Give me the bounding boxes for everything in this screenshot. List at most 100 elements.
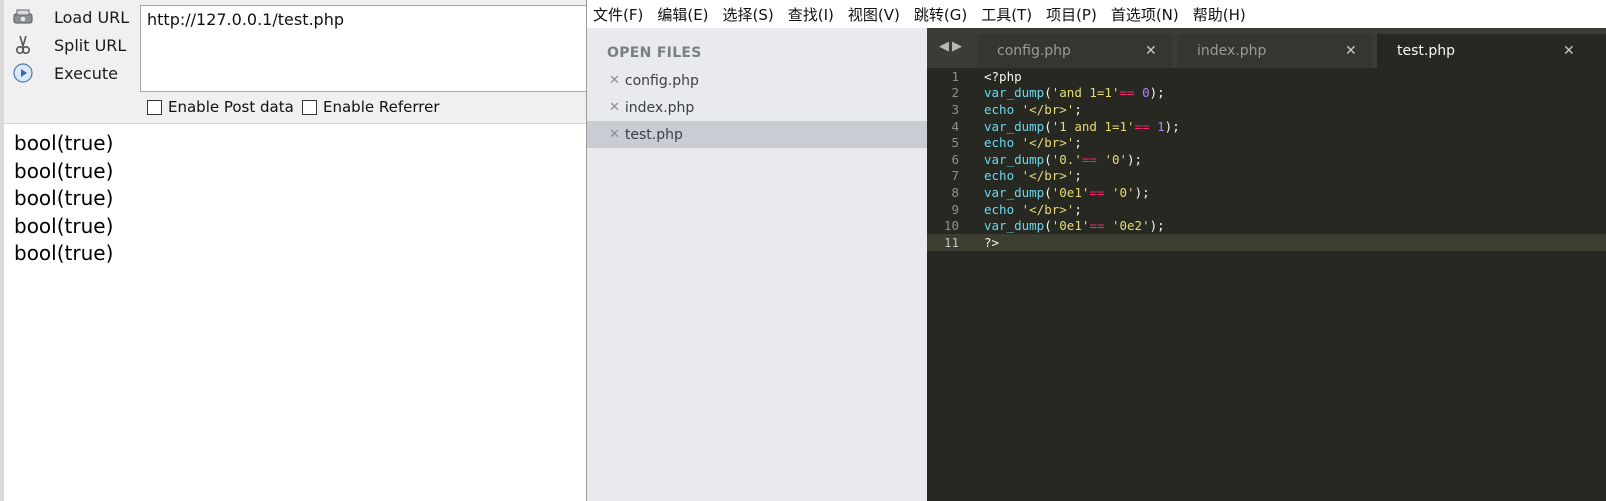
sidebar-title: OPEN FILES [607,45,702,61]
code-token: echo [984,201,1015,217]
code-line[interactable]: 6 var_dump('0.'== '0'); [927,151,1606,168]
code-token: '0e1' [1051,184,1090,200]
code-line[interactable]: 7 echo '</br>'; [927,168,1606,185]
menu-preferences[interactable]: 首选项(N) [1111,4,1179,25]
code-text: var_dump('and 1=1'== 0); [979,85,1165,100]
code-token: ; [1074,135,1082,151]
line-number: 6 [951,151,959,167]
code-token: ); [1149,85,1165,101]
sidebar: OPEN FILES ✕ config.php ✕ index.php ✕ te… [586,28,928,501]
code-line[interactable]: 3 echo '</br>'; [927,101,1606,118]
code-line[interactable]: 8 var_dump('0e1'== '0'); [927,184,1606,201]
output-line: bool(true) [14,213,114,238]
code-text: echo '</br>'; [979,202,1082,217]
enable-post-checkbox[interactable]: Enable Post data [147,98,294,116]
code-text: var_dump('0.'== '0'); [979,152,1142,167]
chevron-left-icon[interactable]: ◀ [939,38,952,53]
enable-referrer-checkbox[interactable]: Enable Referrer [302,98,439,116]
code-token: '</br>' [1021,101,1075,117]
code-token: ; [1074,101,1082,117]
code-token: echo [984,135,1015,151]
tab-nav-arrows[interactable]: ◀▶ [939,38,965,54]
code-token: ); [1127,151,1143,167]
sidebar-file-name: config.php [624,72,699,89]
tab-index[interactable]: index.php ✕ [1177,34,1372,68]
sidebar-file-index[interactable]: ✕ index.php [587,94,928,121]
code-text: echo '</br>'; [979,168,1082,183]
code-line[interactable]: 10 var_dump('0e1'== '0e2'); [927,217,1606,234]
tab-label: config.php [997,43,1071,59]
url-textarea[interactable]: http://127.0.0.1/test.php [140,5,610,92]
code-token: ; [1074,201,1082,217]
tab-label: index.php [1197,43,1267,59]
code-token: var_dump [984,85,1045,101]
code-line[interactable]: 5 echo '</br>'; [927,134,1606,151]
menu-file[interactable]: 文件(F) [593,4,643,25]
code-token: == [1089,184,1105,200]
close-icon[interactable]: ✕ [1345,43,1357,59]
code-line[interactable]: 9 echo '</br>'; [927,201,1606,218]
close-icon[interactable]: ✕ [609,100,620,115]
code-editor[interactable]: ◀▶ config.php ✕ index.php ✕ test.php ✕ 1… [927,28,1606,501]
code-area[interactable]: 1 <?php 2 var_dump('and 1=1'== 0); 3 echo '</… [927,68,1606,251]
code-token: '0e2' [1111,218,1150,234]
code-line[interactable]: 4 var_dump('1 and 1=1'== 1); [927,118,1606,135]
tab-test[interactable]: test.php ✕ [1377,34,1606,68]
sidebar-file-test[interactable]: ✕ test.php [587,121,928,148]
split-url-icon [12,34,34,56]
code-token: '</br>' [1021,168,1075,184]
code-token: == [1119,85,1135,101]
line-number: 9 [951,201,959,217]
menu-tools[interactable]: 工具(T) [981,4,1032,25]
code-text: echo '</br>'; [979,102,1082,117]
sidebar-file-config[interactable]: ✕ config.php [587,67,928,94]
code-token: '</br>' [1021,135,1075,151]
split-url-button[interactable]: Split URL [12,32,134,58]
code-token: var_dump [984,184,1045,200]
line-number: 11 [943,234,959,250]
post-checkbox-box[interactable] [147,99,162,115]
split-url-label: Split URL [54,35,127,55]
output-line: bool(true) [14,241,114,265]
line-number: 3 [951,101,959,117]
load-url-button[interactable]: Load URL [12,4,134,30]
code-token: '0' [1104,151,1128,167]
menu-view[interactable]: 视图(V) [848,4,900,25]
menu-help[interactable]: 帮助(H) [1193,4,1246,25]
menu-project[interactable]: 项目(P) [1046,4,1097,25]
output-line: bool(true) [14,186,114,210]
chevron-right-icon[interactable]: ▶ [952,38,965,53]
menu-find[interactable]: 查找(I) [788,4,834,25]
close-icon[interactable]: ✕ [609,127,620,142]
code-token: 1 [1157,118,1165,134]
hackbar-toolbar: Load URL Split URL Execute http://127.0.… [4,0,610,124]
code-token: ?> [984,234,1000,250]
menu-edit[interactable]: 编辑(E) [657,4,708,25]
code-token: == [1089,218,1105,234]
code-line[interactable]: 2 var_dump('and 1=1'== 0); [927,85,1606,102]
code-text: ?> [979,235,999,250]
load-url-icon [12,6,34,28]
menu-goto[interactable]: 跳转(G) [914,4,967,25]
code-token: ); [1149,218,1165,234]
code-token: echo [984,101,1015,117]
execute-button[interactable]: Execute [12,60,134,86]
line-number: 7 [951,168,959,184]
output-line: bool(true) [14,158,114,183]
code-line[interactable]: 1 <?php [927,68,1606,85]
code-line[interactable]: 11 ?> [927,233,1606,251]
close-icon[interactable]: ✕ [609,73,620,88]
close-icon[interactable]: ✕ [1563,43,1575,59]
tab-config[interactable]: config.php ✕ [977,34,1172,68]
referrer-checkbox-box[interactable] [302,99,317,115]
menu-selection[interactable]: 选择(S) [723,4,774,25]
code-token: '1 and 1=1' [1051,118,1135,134]
code-token: '0' [1111,184,1135,200]
close-icon[interactable]: ✕ [1145,43,1157,59]
